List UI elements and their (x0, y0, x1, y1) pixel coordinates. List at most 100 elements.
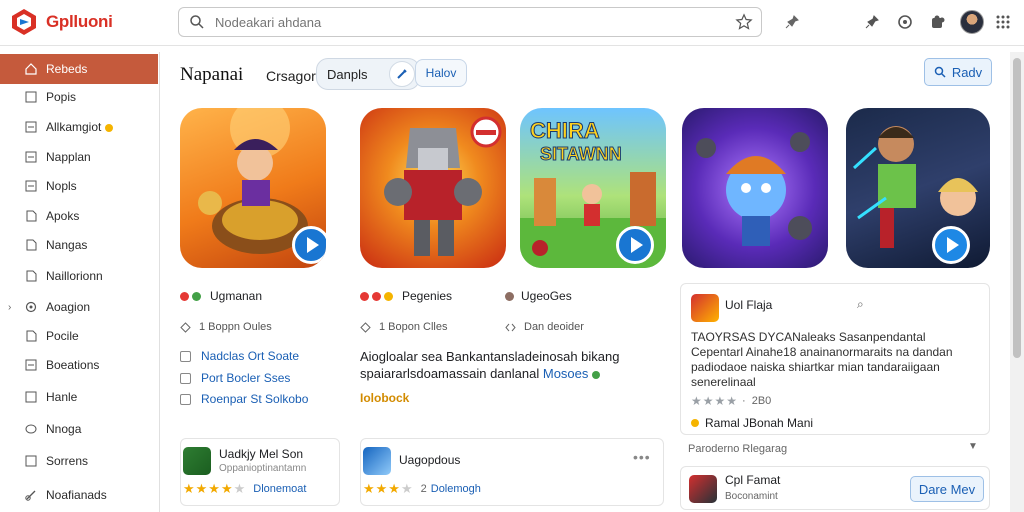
game-art-pirate[interactable] (180, 108, 326, 268)
sidebar-item-boeations[interactable]: Boeations (0, 350, 158, 380)
search-icon (190, 15, 204, 29)
review-footer: Ramal JBonah Mani (691, 416, 813, 430)
game-meta-label: Dan deoider (524, 321, 584, 333)
badge-icon (180, 291, 189, 301)
puzzle-icon[interactable] (928, 12, 948, 32)
link-item-3[interactable]: Roenpar St Solkobo (180, 392, 308, 406)
star-icon[interactable] (735, 13, 753, 31)
home-icon (25, 63, 37, 75)
link-item-1[interactable]: Nadclas Ort Soate (180, 349, 299, 363)
halov-button[interactable]: Halov (415, 59, 467, 87)
edit-icon[interactable] (389, 61, 415, 87)
game-art-hero[interactable] (682, 108, 828, 268)
link-label: Nadclas Ort Soate (201, 349, 300, 363)
scrollbar-thumb[interactable] (1013, 58, 1021, 358)
search-bar[interactable] (178, 7, 762, 37)
rating-label: Dolemogh (430, 483, 481, 495)
list-icon (25, 151, 37, 163)
game-art-robot[interactable] (360, 108, 506, 268)
sidebar-item-label: Pocile (46, 329, 79, 343)
rating-count: 2B0 (751, 395, 772, 407)
link-label: Port Bocler Sses (201, 371, 291, 385)
info-icon[interactable] (895, 12, 915, 32)
description-line: Aiogloalar sea Bankantansladeinosah bika… (360, 349, 620, 364)
top-bar: Gplluoni (0, 0, 1024, 46)
sidebar-item-rebeds[interactable]: Rebeds (0, 54, 158, 84)
sidebar-item-label: Popis (46, 90, 77, 104)
diamond-icon (180, 321, 191, 333)
sidebar-item-label: Apoks (46, 209, 80, 223)
review-body: TAOYRSAS DYCANaleaks Sasanpendantal Cepe… (691, 330, 983, 390)
game-title-label: UgeoGes (521, 289, 572, 303)
sidebar-item-nnoga[interactable]: Nnoga (0, 414, 158, 444)
description-highlight[interactable]: Mosoes (543, 366, 589, 381)
game-art-jungle[interactable]: CHIRA SITAWNN (520, 108, 666, 268)
checkbox-icon (180, 393, 191, 405)
sidebar-item-label: Boeations (46, 358, 100, 372)
sidebar-item-napplan[interactable]: Napplan (0, 142, 158, 172)
sidebar-item-nopls[interactable]: Nopls (0, 171, 158, 201)
play-icon[interactable] (932, 226, 970, 264)
page-icon (26, 210, 37, 222)
review-rating: ★★★★ · 2B0 (691, 394, 772, 408)
bottom-card-2[interactable]: Uagopdous ••• ★★★ ★ 2 Dolemogh (360, 438, 664, 506)
sidebar-item-aoagion[interactable]: › Aoagion (0, 292, 158, 322)
check-icon (592, 370, 601, 379)
tab-crsagor[interactable]: Crsagor (266, 68, 316, 84)
app-logo[interactable]: Gplluoni (8, 6, 113, 38)
badge-icon (372, 291, 381, 301)
avatar[interactable] (960, 10, 984, 34)
apps-grid-icon[interactable] (993, 12, 1013, 32)
dare-mev-button[interactable]: Dare Mev (910, 476, 984, 502)
sidebar-item-apoks[interactable]: Apoks (0, 201, 158, 231)
search-ready-button[interactable]: Radv (924, 58, 992, 86)
page-icon (25, 91, 37, 103)
sidebar-item-nangas[interactable]: Nangas (0, 230, 158, 260)
game-title-1[interactable]: Ugmanan (180, 289, 262, 303)
game-title-2[interactable]: Pegenies (360, 289, 452, 303)
filter-pill[interactable]: Danpls (316, 58, 420, 90)
sidebar-item-pocile[interactable]: Pocile (0, 321, 158, 351)
scrollbar[interactable] (1010, 52, 1024, 512)
game-title-3[interactable]: UgeoGes (505, 289, 572, 303)
diamond-icon (360, 321, 371, 333)
sidebar-item-sorrens[interactable]: Sorrens (0, 446, 158, 476)
sidebar-item-allkamgiot[interactable]: Allkamgiot (0, 112, 158, 142)
coin-icon (691, 419, 699, 427)
bottom-card-title: Cpl Famat (725, 473, 781, 487)
game-art-kids[interactable] (846, 108, 990, 268)
game-meta-2: 1 Bopon Clles (360, 321, 448, 333)
app-name: Gplluoni (46, 12, 113, 31)
pin-icon[interactable] (782, 12, 802, 32)
sidebar-item-naillorionn[interactable]: Naillorionn (0, 261, 158, 291)
code-icon (505, 323, 516, 331)
badge-icon (360, 291, 369, 301)
reviewer-name: Uol Flaja (725, 298, 773, 312)
link-item-2[interactable]: Port Bocler Sses (180, 371, 290, 385)
chevron-right-icon[interactable]: › (8, 302, 11, 313)
more-options-icon[interactable]: ••• (633, 449, 651, 465)
sidebar-item-label: Nangas (46, 238, 88, 252)
star-rating: ★★★★ (183, 481, 234, 496)
sidebar-item-label: Hanle (46, 390, 78, 404)
sidebar-item-noafianads[interactable]: Noafianads (0, 480, 158, 510)
chevron-down-icon[interactable]: ▼ (968, 441, 978, 452)
section-caption: Paroderno Rlegarag (688, 443, 788, 455)
search-input[interactable] (215, 14, 735, 30)
search-icon[interactable]: ⌕ (857, 297, 864, 312)
play-icon[interactable] (616, 226, 654, 264)
main-content: Napanai Crsagor Danpls Halov Radv CHIRA … (160, 46, 1010, 512)
art-title-1: CHIRA (530, 118, 600, 143)
sidebar-item-hanle[interactable]: Hanle (0, 382, 158, 412)
bottom-card-subtitle: Boconamint (725, 491, 778, 502)
sidebar-item-popis[interactable]: Popis (0, 82, 158, 112)
pin-icon[interactable] (862, 12, 882, 32)
sidebar-item-label: Napplan (46, 150, 91, 164)
star-rating: ★★★★ (691, 394, 739, 408)
bottom-card-rating: ★★★ ★ 2 Dolemogh (363, 481, 481, 496)
rating-label: Dlonemoat (253, 483, 307, 495)
play-icon[interactable] (292, 226, 326, 264)
bottom-card-1[interactable]: Uadkjy Mel Son Oppanioptinantamn ★★★★ ★ D… (180, 438, 340, 506)
review-card[interactable]: Uol Flaja ⌕ TAOYRSAS DYCANaleaks Sasanpe… (680, 283, 990, 435)
page-icon (26, 330, 37, 342)
